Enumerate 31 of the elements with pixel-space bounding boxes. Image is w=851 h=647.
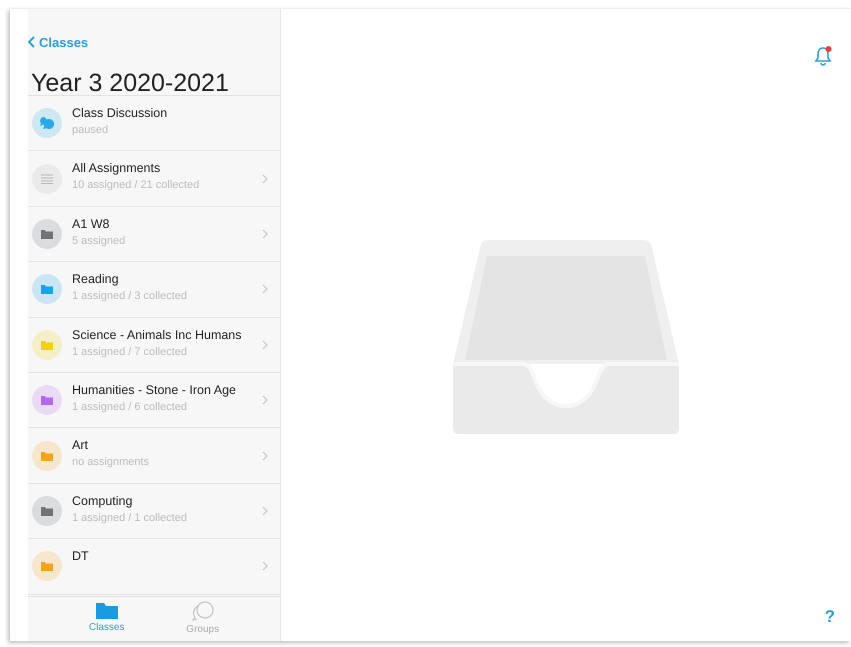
item-subtitle: paused bbox=[72, 124, 110, 136]
list-item[interactable]: All Assignments 10 assigned / 21 collected bbox=[28, 151, 280, 207]
list-item[interactable]: DT bbox=[28, 539, 280, 595]
item-title: Computing bbox=[72, 494, 134, 508]
list-item[interactable]: Reading 1 assigned / 3 collected bbox=[28, 262, 280, 318]
item-title: All Assignments bbox=[72, 161, 162, 176]
item-title: A1 W8 bbox=[72, 216, 111, 231]
folder-icon bbox=[96, 601, 118, 619]
item-title: DT bbox=[72, 549, 90, 564]
item-title: Class Discussion bbox=[72, 106, 168, 120]
list-item[interactable]: Class Discussion paused bbox=[28, 96, 280, 152]
item-subtitle: 1 assigned / 1 collected bbox=[72, 512, 188, 524]
speech-bubbles-icon bbox=[190, 601, 215, 621]
item-title: Reading bbox=[72, 272, 120, 286]
item-subtitle: 10 assigned / 21 collected bbox=[72, 179, 200, 192]
list-item[interactable]: Computing 1 assigned / 1 collected bbox=[28, 484, 280, 540]
list-item[interactable]: Science - Animals Inc Humans 1 assigned / 7 collected bbox=[28, 318, 280, 373]
item-subtitle: 1 assigned / 6 collected bbox=[72, 400, 188, 413]
item-subtitle: 5 assigned bbox=[72, 234, 126, 247]
list-item[interactable]: A1 W8 5 assigned bbox=[28, 206, 280, 262]
notification-bell-icon[interactable] bbox=[813, 45, 833, 67]
class-title: Year 3 2020-2021 bbox=[28, 53, 280, 96]
item-subtitle: no assignments bbox=[72, 456, 150, 468]
list-item[interactable]: Art no assignments bbox=[28, 428, 280, 484]
item-subtitle: 1 assigned / 7 collected bbox=[72, 346, 188, 358]
item-title: Science - Animals Inc Humans bbox=[72, 328, 243, 342]
item-title: Humanities - Stone - Iron Age bbox=[72, 382, 237, 397]
list-item[interactable]: Humanities - Stone - Iron Age 1 assigned / 6 collected bbox=[28, 372, 280, 428]
back-chevron-icon bbox=[28, 36, 35, 48]
item-title: Art bbox=[72, 438, 89, 452]
item-subtitle: 1 assigned / 3 collected bbox=[72, 290, 188, 302]
